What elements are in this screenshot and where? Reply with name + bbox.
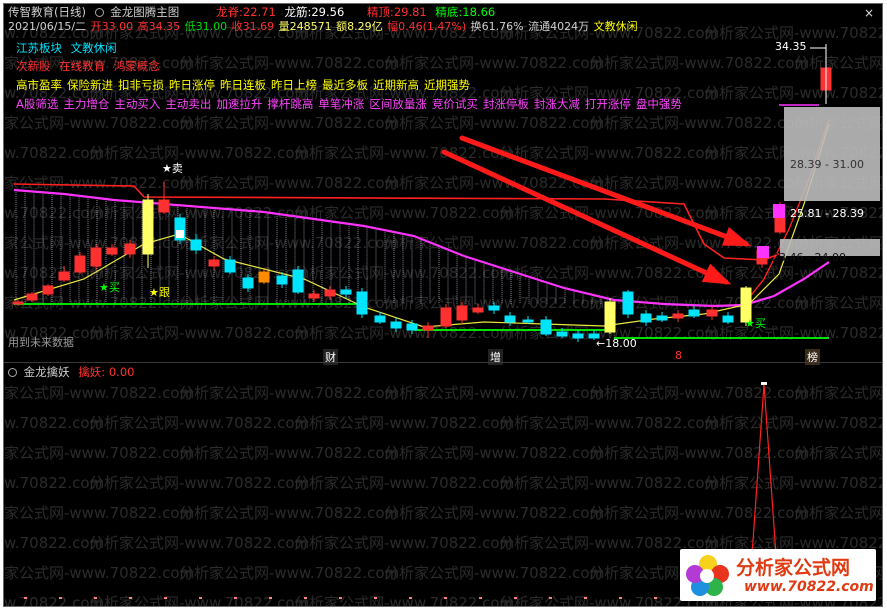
white-square-marker	[176, 230, 184, 238]
logo-url: www.70822.com	[744, 579, 874, 595]
box3-label: 23.46 - 24.00	[772, 251, 846, 264]
baseline-tick	[94, 597, 97, 599]
baseline-tick	[619, 597, 622, 599]
candle-body	[106, 247, 118, 255]
baseline-tick	[129, 597, 132, 599]
low-price-label: ←18.00	[596, 337, 637, 350]
baseline-tick	[444, 597, 447, 599]
magenta-square-marker	[773, 204, 785, 218]
chart-window: 分析家公式网-www.70822.com分析家公式网-www.70822.com…	[3, 3, 883, 607]
candle-body	[556, 331, 568, 337]
baseline-tick	[24, 597, 27, 599]
candle-body	[324, 289, 336, 297]
candle-body	[356, 291, 368, 315]
candle-body	[488, 305, 500, 311]
candle-body	[124, 243, 136, 255]
candle-body	[706, 309, 718, 317]
site-logo: 分析家公式网 www.70822.com	[680, 549, 876, 601]
candlestick-chart[interactable]	[4, 4, 882, 364]
candle-body	[308, 293, 320, 299]
baseline-tick	[59, 597, 62, 599]
candle-body	[688, 309, 700, 317]
candle-body	[258, 271, 270, 283]
candle-body	[406, 323, 418, 331]
yellow-ma-line	[13, 123, 830, 328]
candle-body	[42, 285, 54, 295]
baseline-tick	[654, 597, 657, 599]
baseline-tick	[199, 597, 202, 599]
candle-body	[340, 289, 352, 295]
candle-body	[604, 301, 616, 333]
red-arrow-upper-head	[721, 226, 752, 247]
buy-signal-1: ★买	[99, 281, 120, 294]
future-data-note: 用到未来数据	[8, 336, 74, 349]
candle-body	[522, 319, 534, 323]
candle-body	[774, 217, 786, 233]
baseline-tick	[584, 597, 587, 599]
box2-label: 25.81 - 28.39	[790, 207, 864, 220]
panel-divider	[4, 362, 882, 363]
candle-body	[472, 307, 484, 313]
magenta-square-marker	[757, 246, 769, 258]
target-box-top	[784, 107, 880, 155]
candle-body	[440, 307, 452, 327]
candle-body	[390, 321, 402, 329]
logo-name: 分析家公式网	[736, 557, 851, 579]
buy-signal-2: ★买	[745, 317, 766, 330]
candle-body	[456, 305, 468, 321]
candle-body	[374, 315, 386, 323]
signal-spike-tip	[761, 382, 767, 385]
candle-body	[208, 259, 220, 267]
event-mark-8[interactable]: 8	[675, 349, 682, 362]
baseline-tick	[409, 597, 412, 599]
baseline-tick	[479, 597, 482, 599]
flower-logo-icon	[686, 555, 729, 596]
candle-body	[142, 199, 154, 255]
follow-signal: ★跟	[149, 286, 170, 299]
red-arrow-lower-head	[701, 263, 732, 285]
candle-body	[26, 293, 38, 301]
sell-signal: ★卖	[162, 162, 183, 175]
box1-label: 28.39 - 31.00	[790, 158, 864, 171]
candle-body	[276, 275, 288, 285]
baseline-tick	[164, 597, 167, 599]
baseline-tick	[374, 597, 377, 599]
candle-body	[622, 291, 634, 315]
candle-body	[572, 333, 584, 339]
candle-body	[190, 239, 202, 251]
candle-body	[224, 259, 236, 273]
candle-body	[422, 325, 434, 331]
candle-body	[58, 271, 70, 281]
candle-body	[722, 315, 734, 323]
baseline-tick	[514, 597, 517, 599]
candle-body	[504, 315, 516, 323]
baseline-tick	[304, 597, 307, 599]
candle-body	[656, 315, 668, 321]
candle-body	[540, 319, 552, 335]
baseline-tick	[549, 597, 552, 599]
candle-body	[672, 313, 684, 319]
candle-body	[292, 269, 304, 293]
candle-body	[242, 277, 254, 289]
top-price-label: 34.35	[775, 40, 807, 53]
candle-body	[90, 247, 102, 267]
candle-body	[640, 313, 652, 323]
candle-body	[158, 199, 170, 213]
candle-body	[74, 255, 86, 273]
baseline-tick	[234, 597, 237, 599]
candle-body	[12, 301, 24, 305]
baseline-tick	[269, 597, 272, 599]
baseline-tick	[339, 597, 342, 599]
